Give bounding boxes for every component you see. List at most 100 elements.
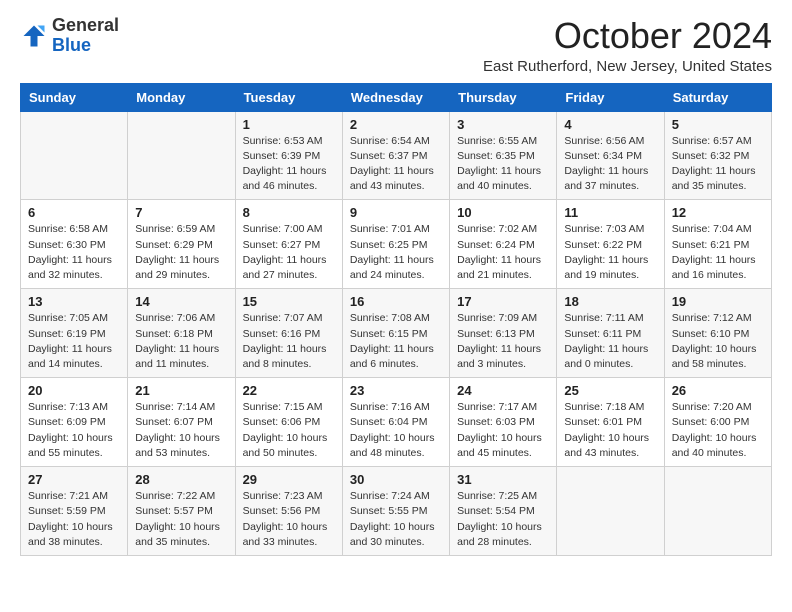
day-info: Sunrise: 6:57 AM Sunset: 6:32 PM Dayligh… [672,134,764,195]
day-number: 9 [350,205,442,220]
day-cell: 19Sunrise: 7:12 AM Sunset: 6:10 PM Dayli… [664,289,771,378]
day-cell: 9 Sunrise: 7:01 AM Sunset: 6:25 PM Daylig… [342,200,449,289]
day-number: 26 [672,383,764,398]
day-header-thursday: Thursday [450,83,557,111]
day-number: 8 [243,205,335,220]
day-cell: 30 Sunrise: 7:24 AM Sunset: 5:55 PM Dayli… [342,467,449,556]
day-number: 1 [243,117,335,132]
day-number: 30 [350,472,442,487]
day-info: Sunrise: 7:05 AM Sunset: 6:19 PM Dayligh… [28,311,120,372]
day-number: 28 [135,472,227,487]
day-info: Sunrise: 7:20 AM Sunset: 6:00 PM Dayligh… [672,400,764,461]
header: General Blue October 2024 East Rutherfor… [20,16,772,75]
day-number: 18 [564,294,656,309]
week-row-5: 27Sunrise: 7:21 AM Sunset: 5:59 PM Dayli… [21,467,772,556]
day-cell: 11 Sunrise: 7:03 AM Sunset: 6:22 PM Dayli… [557,200,664,289]
day-cell: 18 Sunrise: 7:11 AM Sunset: 6:11 PM Dayli… [557,289,664,378]
day-number: 13 [28,294,120,309]
day-cell: 25Sunrise: 7:18 AM Sunset: 6:01 PM Dayli… [557,378,664,467]
day-number: 24 [457,383,549,398]
day-info: Sunrise: 7:09 AM Sunset: 6:13 PM Dayligh… [457,311,549,372]
day-info: Sunrise: 7:13 AM Sunset: 6:09 PM Dayligh… [28,400,120,461]
day-number: 11 [564,205,656,220]
day-cell: 12 Sunrise: 7:04 AM Sunset: 6:21 PM Dayli… [664,200,771,289]
day-cell: 16Sunrise: 7:08 AM Sunset: 6:15 PM Dayli… [342,289,449,378]
day-info: Sunrise: 7:00 AM Sunset: 6:27 PM Dayligh… [243,222,335,283]
day-cell: 21 Sunrise: 7:14 AM Sunset: 6:07 PM Dayli… [128,378,235,467]
day-cell: 31Sunrise: 7:25 AM Sunset: 5:54 PM Dayli… [450,467,557,556]
week-row-4: 20 Sunrise: 7:13 AM Sunset: 6:09 PM Dayli… [21,378,772,467]
day-info: Sunrise: 7:14 AM Sunset: 6:07 PM Dayligh… [135,400,227,461]
day-number: 31 [457,472,549,487]
day-cell [664,467,771,556]
day-header-monday: Monday [128,83,235,111]
day-info: Sunrise: 6:54 AM Sunset: 6:37 PM Dayligh… [350,134,442,195]
day-number: 21 [135,383,227,398]
day-info: Sunrise: 7:21 AM Sunset: 5:59 PM Dayligh… [28,489,120,550]
day-info: Sunrise: 7:18 AM Sunset: 6:01 PM Dayligh… [564,400,656,461]
day-info: Sunrise: 7:11 AM Sunset: 6:11 PM Dayligh… [564,311,656,372]
day-cell: 15 Sunrise: 7:07 AM Sunset: 6:16 PM Dayli… [235,289,342,378]
day-cell: 10Sunrise: 7:02 AM Sunset: 6:24 PM Dayli… [450,200,557,289]
day-number: 15 [243,294,335,309]
calendar-table: SundayMondayTuesdayWednesdayThursdayFrid… [20,83,772,556]
day-cell: 14 Sunrise: 7:06 AM Sunset: 6:18 PM Dayli… [128,289,235,378]
day-header-saturday: Saturday [664,83,771,111]
day-cell: 24 Sunrise: 7:17 AM Sunset: 6:03 PM Dayli… [450,378,557,467]
day-number: 12 [672,205,764,220]
day-number: 7 [135,205,227,220]
week-row-1: 1 Sunrise: 6:53 AM Sunset: 6:39 PM Daylig… [21,111,772,200]
day-cell: 4Sunrise: 6:56 AM Sunset: 6:34 PM Daylig… [557,111,664,200]
day-header-friday: Friday [557,83,664,111]
day-number: 5 [672,117,764,132]
day-number: 20 [28,383,120,398]
day-cell: 29Sunrise: 7:23 AM Sunset: 5:56 PM Dayli… [235,467,342,556]
location: East Rutherford, New Jersey, United Stat… [483,58,772,75]
day-number: 2 [350,117,442,132]
month-title: October 2024 [483,16,772,56]
day-info: Sunrise: 7:01 AM Sunset: 6:25 PM Dayligh… [350,222,442,283]
day-info: Sunrise: 7:04 AM Sunset: 6:21 PM Dayligh… [672,222,764,283]
day-info: Sunrise: 6:59 AM Sunset: 6:29 PM Dayligh… [135,222,227,283]
day-number: 29 [243,472,335,487]
day-info: Sunrise: 7:15 AM Sunset: 6:06 PM Dayligh… [243,400,335,461]
day-header-sunday: Sunday [21,83,128,111]
calendar-body: 1 Sunrise: 6:53 AM Sunset: 6:39 PM Daylig… [21,111,772,555]
day-info: Sunrise: 7:17 AM Sunset: 6:03 PM Dayligh… [457,400,549,461]
logo-text: General Blue [52,16,119,56]
day-number: 23 [350,383,442,398]
title-block: October 2024 East Rutherford, New Jersey… [483,16,772,75]
header-row: SundayMondayTuesdayWednesdayThursdayFrid… [21,83,772,111]
day-cell: 17Sunrise: 7:09 AM Sunset: 6:13 PM Dayli… [450,289,557,378]
day-cell [128,111,235,200]
day-cell: 27Sunrise: 7:21 AM Sunset: 5:59 PM Dayli… [21,467,128,556]
day-cell: 5 Sunrise: 6:57 AM Sunset: 6:32 PM Daylig… [664,111,771,200]
day-cell: 13 Sunrise: 7:05 AM Sunset: 6:19 PM Dayli… [21,289,128,378]
day-number: 19 [672,294,764,309]
week-row-2: 6Sunrise: 6:58 AM Sunset: 6:30 PM Daylig… [21,200,772,289]
day-cell: 6Sunrise: 6:58 AM Sunset: 6:30 PM Daylig… [21,200,128,289]
day-cell: 20 Sunrise: 7:13 AM Sunset: 6:09 PM Dayli… [21,378,128,467]
day-cell: 22 Sunrise: 7:15 AM Sunset: 6:06 PM Dayli… [235,378,342,467]
day-info: Sunrise: 7:24 AM Sunset: 5:55 PM Dayligh… [350,489,442,550]
day-cell: 7 Sunrise: 6:59 AM Sunset: 6:29 PM Daylig… [128,200,235,289]
week-row-3: 13 Sunrise: 7:05 AM Sunset: 6:19 PM Dayli… [21,289,772,378]
day-cell: 23Sunrise: 7:16 AM Sunset: 6:04 PM Dayli… [342,378,449,467]
day-info: Sunrise: 6:55 AM Sunset: 6:35 PM Dayligh… [457,134,549,195]
day-cell: 2 Sunrise: 6:54 AM Sunset: 6:37 PM Daylig… [342,111,449,200]
day-info: Sunrise: 7:03 AM Sunset: 6:22 PM Dayligh… [564,222,656,283]
day-number: 3 [457,117,549,132]
day-info: Sunrise: 6:56 AM Sunset: 6:34 PM Dayligh… [564,134,656,195]
day-number: 14 [135,294,227,309]
day-cell: 28Sunrise: 7:22 AM Sunset: 5:57 PM Dayli… [128,467,235,556]
day-info: Sunrise: 6:53 AM Sunset: 6:39 PM Dayligh… [243,134,335,195]
day-cell: 8 Sunrise: 7:00 AM Sunset: 6:27 PM Daylig… [235,200,342,289]
day-info: Sunrise: 7:07 AM Sunset: 6:16 PM Dayligh… [243,311,335,372]
day-info: Sunrise: 7:06 AM Sunset: 6:18 PM Dayligh… [135,311,227,372]
day-cell: 1 Sunrise: 6:53 AM Sunset: 6:39 PM Daylig… [235,111,342,200]
calendar-header: SundayMondayTuesdayWednesdayThursdayFrid… [21,83,772,111]
day-cell: 3 Sunrise: 6:55 AM Sunset: 6:35 PM Daylig… [450,111,557,200]
day-number: 22 [243,383,335,398]
day-cell [557,467,664,556]
day-number: 16 [350,294,442,309]
